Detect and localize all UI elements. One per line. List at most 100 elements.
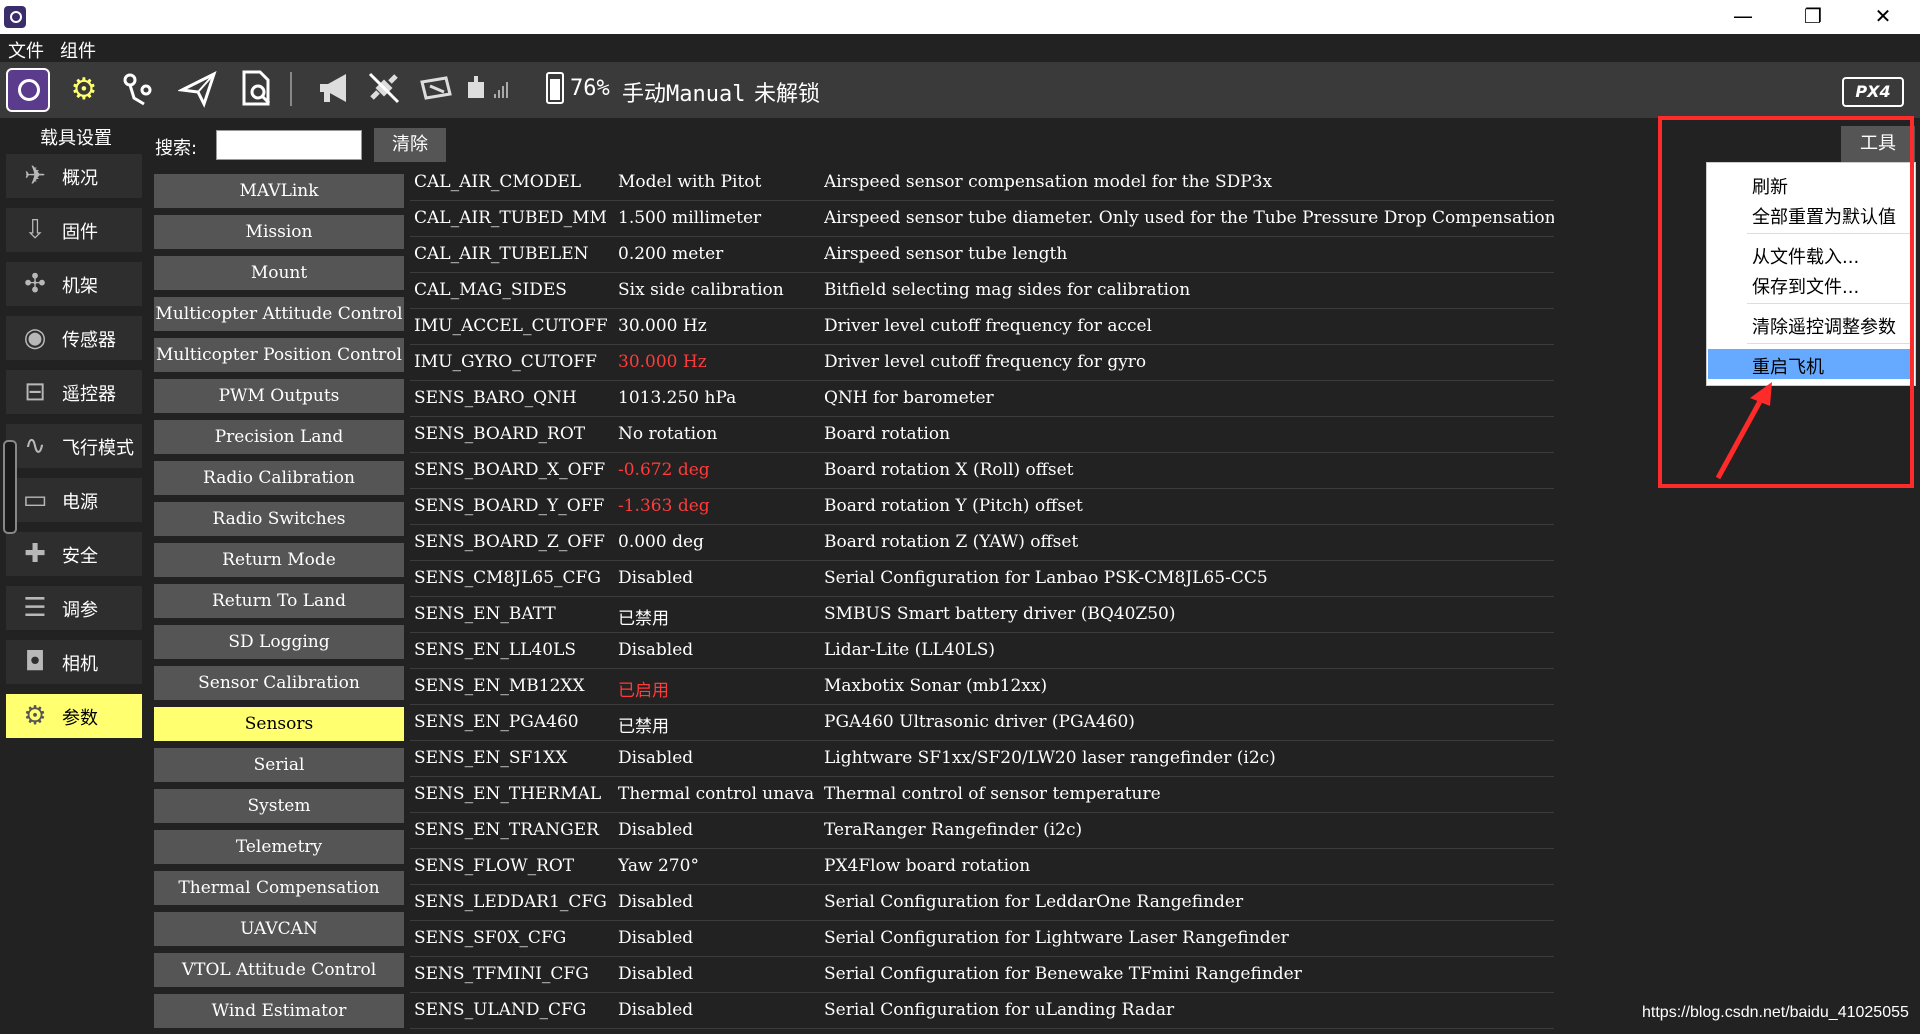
- nav-item[interactable]: ▭ 电源: [6, 478, 142, 522]
- arm-status[interactable]: 未解锁: [754, 76, 820, 108]
- nav-item[interactable]: ◘ 相机: [6, 640, 142, 684]
- gps-off-icon[interactable]: [362, 68, 406, 112]
- close-button[interactable]: ✕: [1852, 0, 1914, 34]
- parameter-row[interactable]: SENS_FLOW_ROT Yaw 270° PX4Flow board rotat…: [410, 848, 1554, 885]
- parameter-row[interactable]: IMU_GYRO_CUTOFF 30.000 Hz Driver level cut…: [410, 344, 1554, 381]
- parameter-row[interactable]: SENS_BOARD_Z_OFF 0.000 deg Board rotation …: [410, 524, 1554, 561]
- group-button[interactable]: Multicopter Attitude Control: [154, 297, 404, 331]
- nav-item[interactable]: ∿ 飞行模式: [6, 424, 142, 468]
- parameter-row[interactable]: SENS_BOARD_ROT No rotation Board rotation: [410, 416, 1554, 453]
- group-button[interactable]: Telemetry: [154, 830, 404, 864]
- parameter-name: SENS_EN_MB12XX: [414, 676, 585, 696]
- sensor-icon: ◉: [23, 323, 47, 353]
- parameter-row[interactable]: CAL_AIR_TUBELEN 0.200 meter Airspeed senso…: [410, 236, 1554, 273]
- parameter-row[interactable]: SENS_BARO_QNH 1013.250 hPa QNH for baromet…: [410, 380, 1554, 417]
- nav-scrollbar[interactable]: [3, 440, 17, 534]
- parameter-description: Serial Configuration for LeddarOne Range…: [824, 892, 1244, 912]
- nav-item[interactable]: ⇩ 固件: [6, 208, 142, 252]
- parameter-name: SENS_ULAND_CFG: [414, 1000, 587, 1020]
- parameter-row[interactable]: SENS_LEDDAR1_CFG Disabled Serial Configura…: [410, 884, 1554, 921]
- search-input[interactable]: [216, 130, 362, 160]
- fly-paper-plane-icon: [176, 71, 217, 108]
- group-button[interactable]: Wind Estimator: [154, 994, 404, 1028]
- parameter-row[interactable]: SENS_EN_BATT 已禁用 SMBUS Smart battery drive…: [410, 596, 1554, 633]
- parameter-row[interactable]: SENS_EN_SF1XX Disabled Lightware SF1xx/SF2…: [410, 740, 1554, 777]
- watermark-text: https://blog.csdn.net/baidu_41025055: [1642, 1004, 1909, 1021]
- nav-item[interactable]: ✣ 机架: [6, 262, 142, 306]
- group-button[interactable]: Return To Land: [154, 584, 404, 618]
- app-logo-icon: [4, 6, 26, 28]
- parameter-description: Board rotation X (Roll) offset: [824, 460, 1074, 480]
- restore-button[interactable]: ❐: [1782, 0, 1844, 34]
- parameter-row[interactable]: SENS_ULAND_CFG Disabled Serial Configurati…: [410, 992, 1554, 1029]
- parameter-name: SENS_BOARD_X_OFF: [414, 460, 606, 480]
- parameter-row[interactable]: SENS_BOARD_Y_OFF -1.363 deg Board rotation…: [410, 488, 1554, 525]
- nav-item[interactable]: ⊟ 遥控器: [6, 370, 142, 414]
- group-button[interactable]: Sensor Calibration: [154, 666, 404, 700]
- settings-gear-icon[interactable]: ⚙: [62, 68, 106, 112]
- parameter-description: Serial Configuration for Lanbao PSK-CM8J…: [824, 568, 1268, 588]
- parameter-row[interactable]: CAL_MAG_SIDES Six side calibration Bitfiel…: [410, 272, 1554, 309]
- frame-icon: ✣: [24, 269, 46, 299]
- group-button[interactable]: Serial: [154, 748, 404, 782]
- route-plan-icon[interactable]: [118, 68, 162, 112]
- rc-icon: ⊟: [24, 377, 46, 407]
- megaphone-icon[interactable]: [314, 68, 358, 112]
- search-label: 搜索:: [155, 138, 198, 159]
- group-button[interactable]: Radio Switches: [154, 502, 404, 536]
- parameter-row[interactable]: IMU_ACCEL_CUTOFF 30.000 Hz Driver level cu…: [410, 308, 1554, 345]
- nav-item[interactable]: ☰ 调参: [6, 586, 142, 630]
- parameter-row[interactable]: SENS_SF0X_CFG Disabled Serial Configuratio…: [410, 920, 1554, 957]
- group-button[interactable]: Precision Land: [154, 420, 404, 454]
- nav-item[interactable]: ✈ 概况: [6, 154, 142, 198]
- group-button[interactable]: MAVLink: [154, 174, 404, 208]
- minimize-button[interactable]: —: [1712, 0, 1774, 34]
- group-button[interactable]: Return Mode: [154, 543, 404, 577]
- group-button[interactable]: Thermal Compensation: [154, 871, 404, 905]
- clear-button[interactable]: 清除: [374, 128, 446, 162]
- parameter-row[interactable]: CAL_AIR_TUBED_MM 1.500 millimeter Airspeed…: [410, 200, 1554, 237]
- parameter-row[interactable]: SENS_EN_PGA460 已禁用 PGA460 Ultrasonic drive…: [410, 704, 1554, 741]
- telemetry-rssi-icon[interactable]: [462, 68, 508, 112]
- parameter-row[interactable]: CAL_AIR_CMODEL Model with Pitot Airspeed s…: [410, 164, 1554, 201]
- nav-item[interactable]: ✚ 安全: [6, 532, 142, 576]
- parameter-value: 0.000 deg: [618, 532, 704, 552]
- analyze-document-icon[interactable]: [234, 68, 278, 112]
- nav-item[interactable]: ◉ 传感器: [6, 316, 142, 360]
- group-button[interactable]: System: [154, 789, 404, 823]
- group-button[interactable]: SD Logging: [154, 625, 404, 659]
- group-button[interactable]: Multicopter Position Control: [154, 338, 404, 372]
- flight-mode[interactable]: 手动Manual: [622, 76, 745, 108]
- parameter-name: IMU_GYRO_CUTOFF: [414, 352, 597, 372]
- parameter-row[interactable]: SENS_EN_MB12XX 已启用 Maxbotix Sonar (mb12xx): [410, 668, 1554, 705]
- group-button[interactable]: VTOL Attitude Control: [154, 953, 404, 987]
- parameter-row[interactable]: SENS_EN_LL40LS Disabled Lidar-Lite (LL40LS…: [410, 632, 1554, 669]
- parameter-row[interactable]: SENS_CM8JL65_CFG Disabled Serial Configura…: [410, 560, 1554, 597]
- parameter-row[interactable]: SENS_TFMINI_CFG Disabled Serial Configurat…: [410, 956, 1554, 993]
- parameter-value: Six side calibration: [618, 280, 784, 300]
- sliders-icon: ☰: [23, 593, 47, 623]
- qgc-logo-icon[interactable]: [6, 68, 50, 112]
- battery-percent[interactable]: 76%: [570, 76, 610, 101]
- parameter-value: Disabled: [618, 1000, 694, 1020]
- rc-link-icon[interactable]: [414, 68, 458, 112]
- parameter-row[interactable]: SENS_EN_THERMAL Thermal control unavai The…: [410, 776, 1554, 813]
- menu-file[interactable]: 文件: [8, 37, 44, 63]
- parameter-name: CAL_AIR_CMODEL: [414, 172, 582, 192]
- nav-item-label: 传感器: [62, 330, 116, 351]
- fly-paper-plane-icon[interactable]: [176, 68, 220, 112]
- group-button[interactable]: Sensors: [154, 707, 404, 741]
- battery-icon[interactable]: [546, 72, 564, 104]
- parameter-name: SENS_CM8JL65_CFG: [414, 568, 601, 588]
- parameter-description: Maxbotix Sonar (mb12xx): [824, 676, 1048, 696]
- group-button[interactable]: Radio Calibration: [154, 461, 404, 495]
- group-button[interactable]: Mount: [154, 256, 404, 290]
- parameter-row[interactable]: SENS_EN_TRANGER Disabled TeraRanger Rangef…: [410, 812, 1554, 849]
- group-button[interactable]: UAVCAN: [154, 912, 404, 946]
- menu-widgets[interactable]: 组件: [60, 37, 96, 63]
- group-button[interactable]: Mission: [154, 215, 404, 249]
- nav-item[interactable]: ⚙ 参数: [6, 694, 142, 738]
- parameter-row[interactable]: SENS_BOARD_X_OFF -0.672 deg Board rotation…: [410, 452, 1554, 489]
- parameter-name: CAL_AIR_TUBED_MM: [414, 208, 607, 228]
- group-button[interactable]: PWM Outputs: [154, 379, 404, 413]
